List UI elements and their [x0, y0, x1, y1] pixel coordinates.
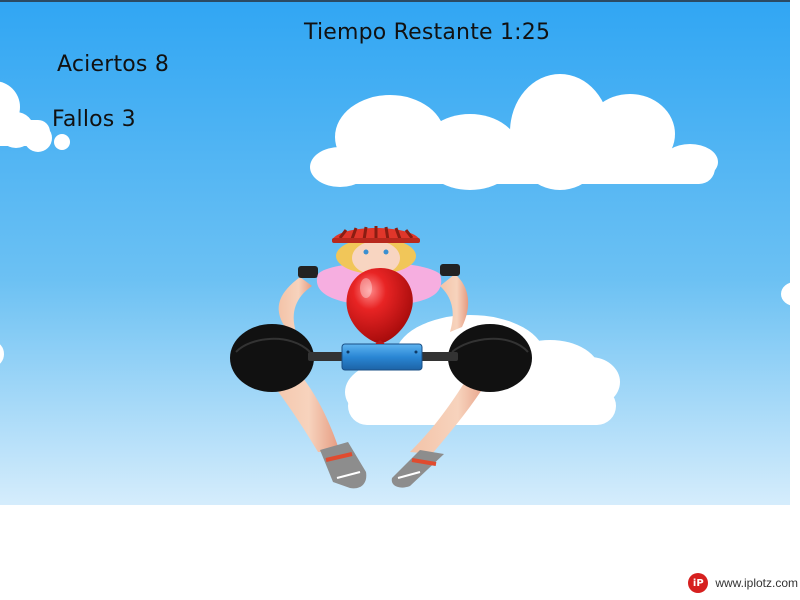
time-remaining: Tiempo Restante 1:25	[304, 20, 550, 45]
misses-counter: Fallos 3	[52, 107, 136, 132]
watermark: iP www.iplotz.com	[688, 572, 798, 594]
watermark-text: www.iplotz.com	[715, 576, 798, 590]
hits-counter: Aciertos 8	[57, 52, 169, 77]
iplotz-logo-icon: iP	[688, 573, 709, 593]
right-thigh	[448, 324, 532, 392]
time-remaining-value: 1:25	[499, 20, 551, 45]
hits-value: 8	[154, 52, 170, 77]
left-thigh	[230, 324, 314, 392]
scene-svg	[0, 2, 790, 505]
hits-label: Aciertos	[57, 52, 148, 77]
misses-value: 3	[121, 107, 136, 132]
misses-label: Fallos	[52, 107, 115, 132]
time-remaining-label: Tiempo Restante	[304, 20, 493, 45]
game-canvas[interactable]: Tiempo Restante 1:25 Aciertos 8 Fallos 3…	[0, 0, 800, 600]
